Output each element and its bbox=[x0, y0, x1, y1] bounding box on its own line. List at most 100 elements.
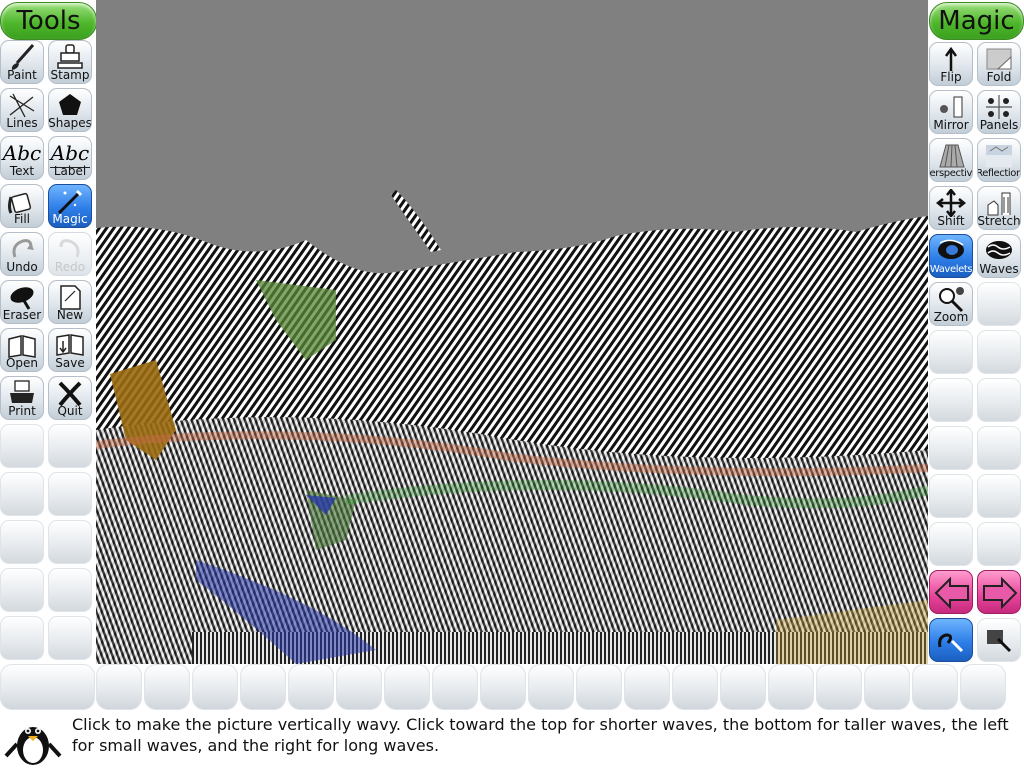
text-icon: Abc bbox=[2, 141, 42, 165]
magic-label: Stretch bbox=[977, 214, 1021, 228]
drawing-canvas[interactable] bbox=[96, 0, 928, 664]
empty-slot bbox=[0, 568, 44, 612]
empty-slot bbox=[48, 472, 92, 516]
scroll-right-button[interactable] bbox=[977, 570, 1021, 614]
option-slot bbox=[960, 664, 1006, 710]
label-tool-button[interactable]: Abc Label bbox=[48, 136, 92, 180]
flip-icon bbox=[944, 46, 958, 71]
fill-tool-button[interactable]: Fill bbox=[0, 184, 44, 228]
option-slot bbox=[384, 664, 430, 710]
reflection-magic-button[interactable]: Reflection bbox=[977, 138, 1021, 182]
label-icon: Abc bbox=[50, 139, 90, 168]
magic-label: Fold bbox=[986, 70, 1012, 84]
tool-label: Print bbox=[8, 404, 36, 418]
empty-slot bbox=[929, 426, 973, 470]
option-slot bbox=[624, 664, 670, 710]
empty-slot bbox=[0, 616, 44, 660]
fold-icon bbox=[986, 48, 1012, 70]
open-tool-button[interactable]: Open bbox=[0, 328, 44, 372]
shift-magic-button[interactable]: Shift bbox=[929, 186, 973, 230]
empty-slot bbox=[977, 282, 1021, 326]
wavelets-magic-button[interactable]: Wavelets bbox=[929, 234, 973, 278]
shapes-tool-button[interactable]: Shapes bbox=[48, 88, 92, 132]
panels-icon bbox=[986, 95, 1012, 119]
new-tool-button[interactable]: New bbox=[48, 280, 92, 324]
magic-label: Mirror bbox=[933, 118, 969, 132]
empty-slot bbox=[977, 474, 1021, 518]
eraser-tool-button[interactable]: Eraser bbox=[0, 280, 44, 324]
panels-magic-button[interactable]: Panels bbox=[977, 90, 1021, 134]
empty-slot bbox=[929, 330, 973, 374]
option-slot bbox=[192, 664, 238, 710]
option-slot-wide bbox=[0, 664, 95, 710]
option-slot bbox=[336, 664, 382, 710]
paint-bucket-icon bbox=[8, 192, 32, 214]
flip-magic-button[interactable]: Flip bbox=[929, 42, 973, 86]
right-arrow-icon bbox=[983, 576, 1018, 610]
redo-icon bbox=[59, 239, 80, 258]
zoom-icon bbox=[939, 287, 964, 313]
empty-slot bbox=[0, 520, 44, 564]
perspective-magic-button[interactable]: Perspective bbox=[929, 138, 973, 182]
printer-icon bbox=[10, 380, 34, 403]
option-slot bbox=[864, 664, 910, 710]
quit-tool-button[interactable]: Quit bbox=[48, 376, 92, 420]
tool-label: Text bbox=[9, 164, 35, 178]
zoom-magic-button[interactable]: Zoom bbox=[929, 282, 973, 326]
fold-magic-button[interactable]: Fold bbox=[977, 42, 1021, 86]
option-slot bbox=[240, 664, 286, 710]
tool-label: Eraser bbox=[2, 308, 42, 322]
redo-tool-button[interactable]: Redo bbox=[48, 232, 92, 276]
magic-tool-button[interactable]: Magic bbox=[48, 184, 92, 228]
tux-penguin-icon bbox=[4, 727, 62, 765]
magic-fullscreen-mode-icon bbox=[987, 630, 1012, 653]
magic-label: Wavelets bbox=[929, 264, 973, 275]
magic-label: Zoom bbox=[933, 310, 969, 324]
lines-icon bbox=[9, 93, 35, 118]
waves-icon bbox=[986, 241, 1012, 259]
pentagon-icon bbox=[59, 94, 81, 115]
stretch-icon bbox=[987, 192, 1011, 216]
tool-label: Quit bbox=[57, 404, 83, 418]
reflection-icon bbox=[986, 145, 1012, 167]
empty-slot bbox=[48, 520, 92, 564]
tool-label: Paint bbox=[7, 68, 37, 82]
mirror-magic-button[interactable]: Mirror bbox=[929, 90, 973, 134]
tool-label: Redo bbox=[54, 260, 86, 274]
left-arrow-icon bbox=[934, 576, 969, 610]
instructions-text: Click to make the picture vertically wav… bbox=[72, 715, 1009, 755]
lines-tool-button[interactable]: Lines bbox=[0, 88, 44, 132]
print-tool-button[interactable]: Print bbox=[0, 376, 44, 420]
empty-slot bbox=[977, 522, 1021, 566]
quit-x-icon bbox=[58, 381, 82, 407]
save-tool-button[interactable]: Save bbox=[48, 328, 92, 372]
option-slot bbox=[96, 664, 142, 710]
empty-slot bbox=[0, 424, 44, 468]
stamp-tool-button[interactable]: Stamp bbox=[48, 40, 92, 84]
empty-slot bbox=[0, 472, 44, 516]
magic-wand-icon bbox=[57, 189, 83, 215]
option-slot bbox=[672, 664, 718, 710]
fullscreen-mode-button[interactable] bbox=[977, 618, 1021, 662]
stretch-magic-button[interactable]: Stretch bbox=[977, 186, 1021, 230]
scroll-left-button[interactable] bbox=[929, 570, 973, 614]
paintbrush-icon bbox=[11, 44, 35, 70]
magic-label: Flip bbox=[940, 70, 962, 84]
tool-label: Undo bbox=[6, 260, 38, 274]
option-slot bbox=[528, 664, 574, 710]
text-tool-button[interactable]: Abc Text bbox=[0, 136, 44, 180]
tool-label: Shapes bbox=[48, 116, 92, 130]
paint-tool-button[interactable]: Paint bbox=[0, 40, 44, 84]
option-slot bbox=[480, 664, 526, 710]
option-slot bbox=[720, 664, 766, 710]
magic-label: Waves bbox=[979, 262, 1019, 276]
magic-label: Reflection bbox=[977, 168, 1021, 179]
tool-label: Open bbox=[5, 356, 39, 370]
mirror-icon bbox=[940, 96, 963, 118]
empty-slot bbox=[929, 522, 973, 566]
undo-tool-button[interactable]: Undo bbox=[0, 232, 44, 276]
empty-slot bbox=[977, 330, 1021, 374]
save-book-icon bbox=[56, 334, 84, 356]
waves-magic-button[interactable]: Waves bbox=[977, 234, 1021, 278]
paint-mode-button[interactable] bbox=[929, 618, 973, 662]
